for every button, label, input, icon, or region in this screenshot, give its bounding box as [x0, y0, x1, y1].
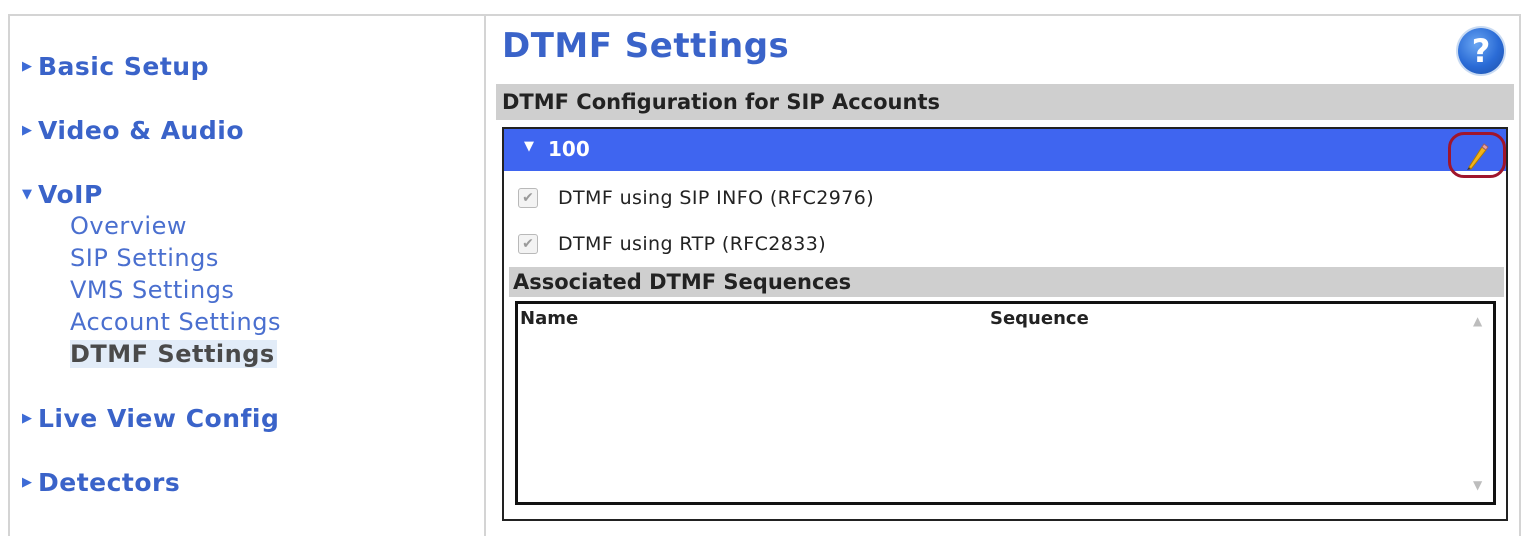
scrollbar[interactable]: ▲ ▼ [1467, 304, 1493, 502]
sequences-table: Name Sequence ▲ ▼ [515, 301, 1496, 505]
sequences-header: Associated DTMF Sequences [509, 267, 1504, 297]
help-icon[interactable]: ? [1458, 28, 1504, 74]
page-title: DTMF Settings [502, 26, 790, 66]
sidebar-subitem-dtmf-settings[interactable]: DTMF Settings [70, 340, 277, 368]
checkmark-icon[interactable]: ✔ [518, 234, 538, 254]
sidebar-item-label: Video & Audio [38, 116, 244, 145]
sidebar-item-label: Live View Config [38, 404, 280, 433]
sidebar-item-live-view-config[interactable]: ▶ Live View Config [22, 404, 279, 433]
scroll-down-icon[interactable]: ▼ [1473, 478, 1482, 492]
column-header-name: Name [520, 308, 579, 329]
account-panel: ▼ 100 ✔ DTMF using SIP INFO (RFC2976) ✔ … [502, 127, 1508, 521]
section-header: DTMF Configuration for SIP Accounts [496, 84, 1514, 120]
edit-button[interactable] [1448, 132, 1506, 178]
frame-top-border [8, 14, 1521, 16]
sidebar-divider [484, 14, 486, 536]
frame-right-border [1519, 14, 1521, 536]
sidebar-item-label: Detectors [38, 468, 181, 497]
triangle-down-icon: ▼ [22, 187, 32, 202]
pencil-icon [1467, 143, 1489, 170]
sidebar-item-video-audio[interactable]: ▶ Video & Audio [22, 116, 244, 145]
sidebar-item-label: VoIP [38, 180, 103, 209]
rtp-option: ✔ DTMF using RTP (RFC2833) [518, 233, 826, 255]
sidebar-item-basic-setup[interactable]: ▶ Basic Setup [22, 52, 209, 81]
sidebar-subitem-overview[interactable]: Overview [70, 212, 187, 240]
triangle-right-icon: ▶ [22, 411, 32, 426]
triangle-right-icon: ▶ [22, 59, 32, 74]
sidebar-item-voip[interactable]: ▼ VoIP [22, 180, 103, 209]
sidebar-item-detectors[interactable]: ▶ Detectors [22, 468, 180, 497]
sidebar-item-label: Basic Setup [38, 52, 210, 81]
checkmark-icon[interactable]: ✔ [518, 188, 538, 208]
triangle-right-icon: ▶ [22, 475, 32, 490]
account-expander[interactable]: ▼ 100 [504, 129, 1506, 171]
triangle-down-icon: ▼ [524, 139, 534, 154]
frame-left-border [8, 14, 10, 536]
rtp-label: DTMF using RTP (RFC2833) [558, 233, 827, 255]
sidebar-subitem-vms-settings[interactable]: VMS Settings [70, 276, 234, 304]
scroll-up-icon[interactable]: ▲ [1473, 314, 1482, 328]
account-number: 100 [548, 137, 590, 161]
sidebar-subitem-sip-settings[interactable]: SIP Settings [70, 244, 219, 272]
sidebar-subitem-account-settings[interactable]: Account Settings [70, 308, 281, 336]
sip-info-label: DTMF using SIP INFO (RFC2976) [558, 187, 875, 209]
triangle-right-icon: ▶ [22, 123, 32, 138]
sip-info-option: ✔ DTMF using SIP INFO (RFC2976) [518, 187, 874, 209]
column-header-sequence: Sequence [990, 308, 1089, 329]
